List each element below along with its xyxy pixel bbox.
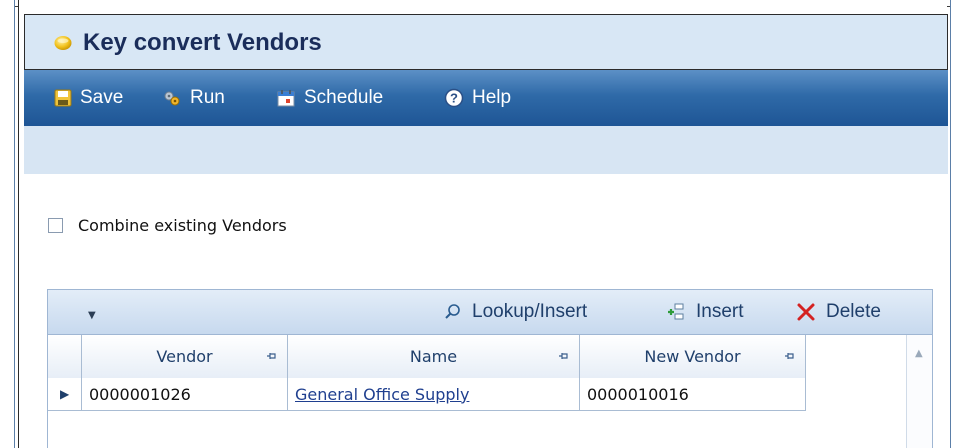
grid-toolbar: ▼ Lookup/Insert Insert Delete (47, 289, 933, 335)
insert-label: Insert (696, 301, 744, 322)
new-vendor-cell[interactable]: 0000010016 (580, 378, 806, 410)
insert-row-icon (668, 303, 684, 320)
delete-label: Delete (826, 301, 881, 322)
main-toolbar: Save Run Schedule ? Help (24, 70, 948, 126)
vendor-grid: Vendor Name New Vendor ▶ 0000001026 Gene… (47, 335, 933, 448)
new-vendor-header-label: New Vendor (644, 347, 741, 366)
name-header-label: Name (409, 347, 458, 366)
vendor-cell[interactable]: 0000001026 (82, 378, 288, 410)
column-header-name[interactable]: Name (288, 335, 580, 378)
calendar-icon (277, 90, 295, 107)
lookup-insert-label: Lookup/Insert (472, 301, 588, 322)
table-row[interactable]: ▶ 0000001026 General Office Supply 00000… (48, 378, 806, 411)
grid-header-row: Vendor Name New Vendor (48, 335, 806, 379)
save-button[interactable]: Save (54, 84, 123, 112)
combine-vendors-checkbox[interactable] (48, 218, 63, 233)
schedule-button[interactable]: Schedule (276, 84, 383, 112)
help-label: Help (472, 87, 512, 108)
row-selected-arrow-icon[interactable]: ▶ (48, 378, 82, 410)
grid-menu-dropdown[interactable]: ▼ (88, 310, 96, 321)
sub-toolbar (24, 126, 948, 174)
lookup-insert-button[interactable]: Lookup/Insert (444, 300, 587, 324)
svg-text:?: ? (450, 91, 458, 106)
delete-x-icon (797, 303, 815, 321)
help-icon: ? (444, 88, 464, 108)
yellow-circle-icon (54, 36, 72, 50)
save-icon (54, 89, 72, 107)
left-panel-edge (0, 0, 15, 448)
help-button[interactable]: ? Help (444, 84, 511, 112)
delete-button[interactable]: Delete (796, 300, 881, 324)
insert-button[interactable]: Insert (666, 300, 744, 324)
vendor-header-label: Vendor (156, 347, 213, 366)
run-button[interactable]: Run (162, 84, 225, 112)
vertical-scrollbar[interactable]: ▲ (906, 335, 932, 448)
vendor-name-link[interactable]: General Office Supply (295, 385, 469, 404)
combine-vendors-option[interactable]: Combine existing Vendors (48, 216, 287, 235)
right-panel-edge (950, 0, 956, 448)
save-label: Save (80, 87, 124, 108)
pin-icon[interactable] (557, 349, 571, 363)
name-cell[interactable]: General Office Supply (288, 378, 580, 410)
column-header-new-vendor[interactable]: New Vendor (580, 335, 806, 378)
pin-icon[interactable] (783, 349, 797, 363)
page-title: Key convert Vendors (83, 29, 322, 56)
combine-vendors-label: Combine existing Vendors (78, 216, 287, 235)
run-label: Run (190, 87, 225, 108)
pin-icon[interactable] (265, 349, 279, 363)
scroll-up-arrow-icon[interactable]: ▲ (915, 348, 923, 359)
gears-icon (164, 91, 180, 106)
schedule-label: Schedule (304, 87, 384, 108)
magnifier-icon (445, 304, 460, 319)
column-header-vendor[interactable]: Vendor (82, 335, 288, 378)
title-bar: Key convert Vendors (24, 14, 948, 70)
row-selector-header (48, 335, 82, 378)
